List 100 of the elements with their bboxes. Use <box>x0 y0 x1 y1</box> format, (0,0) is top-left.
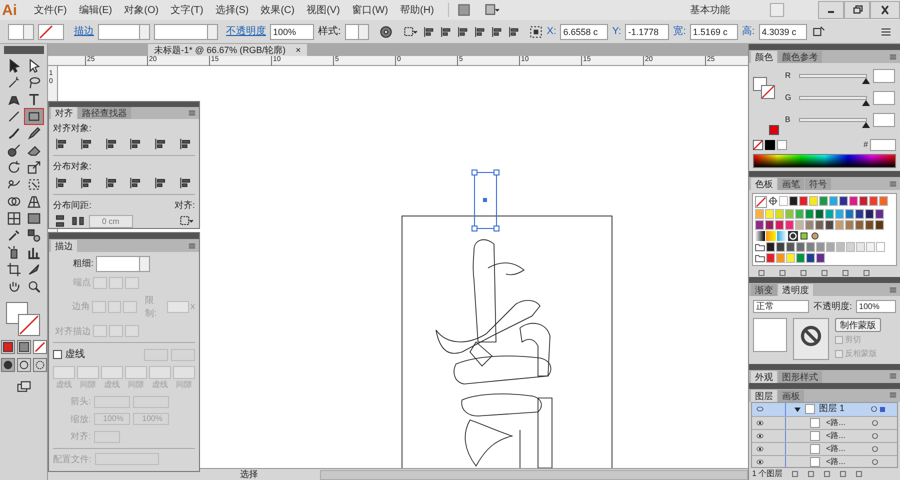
color-swatch[interactable] <box>879 196 888 206</box>
color-swatch[interactable] <box>826 242 835 252</box>
color-swatch[interactable] <box>776 253 785 263</box>
color-swatch[interactable] <box>825 209 834 219</box>
color-swatch[interactable] <box>785 209 794 219</box>
limit-field[interactable] <box>167 301 188 313</box>
layer-row[interactable]: <路... <box>752 442 897 456</box>
color-swatch[interactable] <box>846 242 855 252</box>
panel-tab[interactable]: 路径查找器 <box>78 106 131 118</box>
color-swatch[interactable] <box>795 220 804 230</box>
none-swatch-icon[interactable] <box>753 140 763 150</box>
menu-item[interactable]: 选择(S) <box>209 2 255 18</box>
y-field[interactable]: -1.1778 <box>625 24 670 40</box>
pattern-swatch-icon[interactable] <box>799 231 809 241</box>
distribute-top-icon[interactable] <box>55 176 69 190</box>
align-top-icon[interactable] <box>474 24 487 38</box>
color-swatch[interactable] <box>799 196 808 206</box>
color-swatch[interactable] <box>775 209 784 219</box>
default-color-swatch[interactable] <box>777 140 787 150</box>
color-swatch[interactable] <box>865 209 874 219</box>
dash-field[interactable] <box>173 366 195 379</box>
color-swatch[interactable] <box>815 209 824 219</box>
color-swatch[interactable] <box>796 242 805 252</box>
color-swatch[interactable] <box>805 220 814 230</box>
none-mode-icon[interactable] <box>34 341 46 353</box>
channel-value-field[interactable] <box>873 91 895 105</box>
panel-tab[interactable]: 图层 <box>751 390 777 402</box>
color-swatch[interactable] <box>875 209 884 219</box>
align-right-icon[interactable] <box>456 24 470 38</box>
crop-icon[interactable] <box>4 262 22 277</box>
weight-field[interactable] <box>96 256 150 272</box>
layer-row[interactable]: <路... <box>752 456 897 467</box>
registration-swatch-icon[interactable] <box>768 196 778 206</box>
align-bottom-icon[interactable] <box>178 137 193 151</box>
menu-item[interactable]: 对象(O) <box>118 2 165 18</box>
color-swatch[interactable] <box>856 242 865 252</box>
dash-field[interactable] <box>149 366 171 379</box>
eye-icon[interactable] <box>755 458 765 466</box>
blend-mode-dropdown[interactable]: 正常 <box>753 300 809 314</box>
toolbar-grip[interactable] <box>4 46 44 54</box>
color-swatch[interactable] <box>806 242 815 252</box>
color-swatch[interactable] <box>815 220 824 230</box>
vertical-spacing-icon[interactable] <box>53 214 67 228</box>
align-center-icon[interactable] <box>80 137 94 151</box>
draw-inside-icon[interactable] <box>34 359 46 371</box>
tab-close-button[interactable]: × <box>296 46 301 54</box>
align-left-icon[interactable] <box>55 137 69 151</box>
color-swatch[interactable] <box>855 220 864 230</box>
dash-field[interactable] <box>125 366 147 379</box>
color-swatch[interactable] <box>835 209 844 219</box>
dashed-checkbox[interactable] <box>53 350 62 359</box>
color-swatch[interactable] <box>796 253 805 263</box>
workspace-label[interactable]: 基本功能 <box>690 2 730 18</box>
stroke-link[interactable]: 描边 <box>74 24 94 39</box>
document-tab[interactable]: 未标题-1* @ 66.67% (RGB/轮廓) × <box>148 44 307 56</box>
color-swatch[interactable] <box>786 242 795 252</box>
menu-item[interactable]: 效果(C) <box>254 2 301 18</box>
color-swatch[interactable] <box>865 220 874 230</box>
style-dropdown[interactable] <box>344 24 369 40</box>
hex-field[interactable] <box>870 139 896 151</box>
color-swatch[interactable] <box>795 209 804 219</box>
panel-menu-icon[interactable] <box>880 26 892 38</box>
distribute-right-icon[interactable] <box>178 176 193 190</box>
dash-field[interactable] <box>53 366 75 379</box>
gradient-swatch[interactable] <box>755 231 765 241</box>
panel-tab[interactable]: 颜色参考 <box>778 51 822 63</box>
color-swatch[interactable] <box>755 209 764 219</box>
color-swatch[interactable] <box>875 220 884 230</box>
arrow-start-dropdown[interactable] <box>94 396 130 408</box>
width-field[interactable]: 1.5169 c <box>690 24 738 40</box>
channel-value-field[interactable] <box>873 69 895 83</box>
default-color-swatch[interactable] <box>765 140 775 150</box>
panel-menu-icon[interactable] <box>888 390 898 400</box>
reference-point-icon[interactable] <box>528 24 543 38</box>
spacing-field[interactable]: 0 cm <box>89 214 133 228</box>
color-swatch[interactable] <box>785 220 794 230</box>
color-mode-icon[interactable] <box>2 341 14 353</box>
gradient-mode-icon[interactable] <box>18 341 30 353</box>
color-swatch[interactable] <box>876 242 885 252</box>
screen-mode-icon[interactable] <box>14 380 32 394</box>
bridge-icon[interactable] <box>456 3 471 17</box>
color-swatch[interactable] <box>855 209 864 219</box>
stroke-dropdown[interactable] <box>38 24 64 40</box>
opacity-field[interactable]: 100% <box>270 24 314 40</box>
align-center-icon[interactable] <box>440 24 453 38</box>
align-to-dropdown-icon[interactable] <box>177 214 195 228</box>
color-swatch[interactable] <box>869 196 878 206</box>
color-swatch[interactable] <box>836 242 845 252</box>
color-swatch[interactable] <box>789 196 798 206</box>
color-swatch[interactable] <box>845 209 854 219</box>
expanded-caret-icon[interactable] <box>794 406 801 412</box>
out-of-gamut-swatch[interactable] <box>769 125 779 135</box>
color-swatch[interactable] <box>775 220 784 230</box>
panel-tab[interactable]: 符号 <box>805 178 831 190</box>
color-swatch[interactable] <box>859 196 868 206</box>
color-swatch[interactable] <box>766 242 775 252</box>
color-swatch[interactable] <box>835 220 844 230</box>
color-swatch[interactable] <box>766 253 775 263</box>
color-swatch[interactable] <box>765 209 774 219</box>
gradient-swatch[interactable] <box>777 231 787 241</box>
